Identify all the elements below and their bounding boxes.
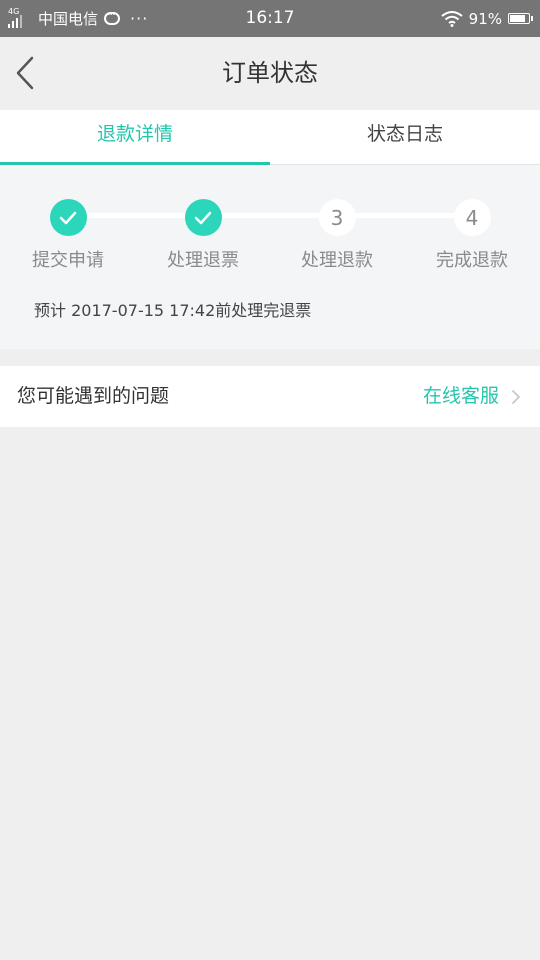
status-bar-right: 91%: [441, 0, 533, 37]
refund-progress: 提交申请 处理退票 3 处理退款 4 完成退款 预计 2017-07-15 17…: [0, 165, 540, 349]
chevron-right-icon: [512, 390, 520, 404]
step-submit-application: 提交申请: [8, 199, 128, 272]
step-label: 完成退款: [436, 250, 508, 271]
step-process-refund: 3 处理退款: [277, 199, 397, 272]
page-title: 订单状态: [222, 59, 318, 87]
step-label: 处理退票: [167, 250, 239, 271]
wifi-icon: [441, 10, 463, 27]
battery-percent: 91%: [468, 9, 502, 28]
step-label: 提交申请: [32, 250, 104, 271]
check-icon: [49, 199, 87, 236]
step-number: 4: [453, 199, 491, 236]
problems-label: 您可能遇到的问题: [17, 385, 170, 407]
step-label: 处理退款: [301, 250, 373, 271]
nav-header: 订单状态: [0, 37, 540, 110]
tab-status-log[interactable]: 状态日志: [270, 110, 540, 164]
battery-fill: [510, 15, 525, 22]
tab-bar: 退款详情 状态日志: [0, 110, 540, 165]
step-number: 3: [318, 199, 356, 236]
status-bar: 4G 中国电信 ··· 16:17 91%: [0, 0, 540, 37]
tab-refund-details[interactable]: 退款详情: [0, 110, 270, 165]
online-service-link[interactable]: 在线客服: [423, 366, 499, 427]
battery-icon: [508, 13, 533, 24]
estimated-time: 预计 2017-07-15 17:42前处理完退票: [34, 301, 312, 320]
step-process-ticket: 处理退票: [143, 199, 263, 272]
problems-row[interactable]: 您可能遇到的问题 在线客服: [0, 366, 540, 427]
check-icon: [184, 199, 222, 236]
step-complete-refund: 4 完成退款: [412, 199, 532, 272]
